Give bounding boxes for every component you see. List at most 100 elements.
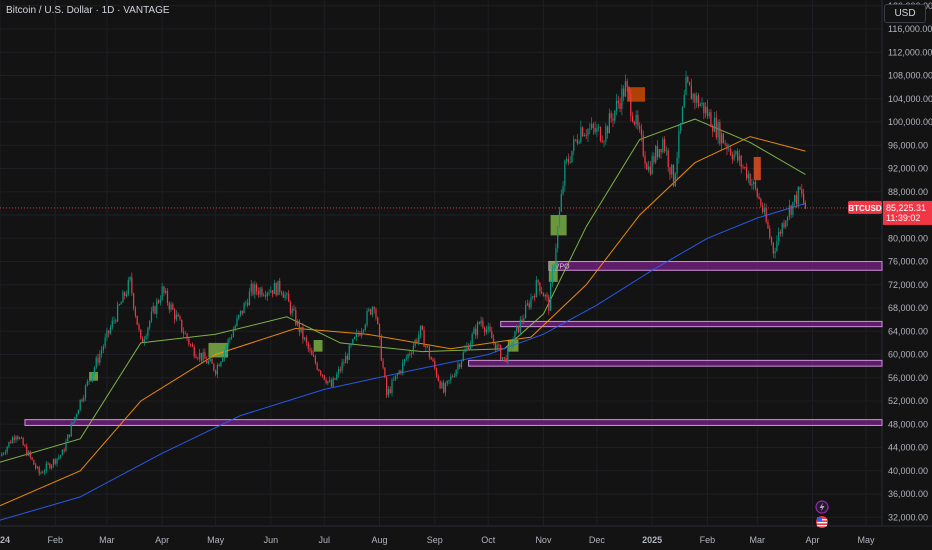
candle-body [729,148,732,155]
candle-body [487,326,489,330]
candle-body [512,340,514,347]
y-tick-label: 96,000.00 [888,140,928,150]
candle-body [491,331,493,339]
x-tick-label: Feb [700,535,716,545]
candle-body [304,337,306,340]
candle-body [271,290,274,294]
candle-body [606,126,609,134]
candle-body [583,134,586,137]
candle-body [29,451,31,458]
flag-us-icon[interactable] [816,516,828,528]
candle-body [202,352,204,361]
candle-body [286,293,288,295]
candle-body [724,143,726,145]
candle-body [380,336,382,361]
candle-body [637,114,639,127]
y-tick-label: 48,000.00 [888,419,928,429]
candle-body [223,350,226,359]
candle-body [726,144,728,149]
x-tick-label: 2025 [642,535,662,545]
candle-body [770,237,773,243]
candle-body [467,345,470,350]
candle-body [405,358,407,360]
candle-body [508,342,511,347]
candle-body [277,280,279,296]
candle-body [608,113,611,134]
y-tick-label: 108,000.00 [888,71,932,81]
candle-body [45,463,47,471]
candle-body [596,127,598,133]
candle-body [633,121,635,125]
y-tick-label: 92,000.00 [888,164,928,174]
currency-button[interactable]: USD [884,4,926,23]
candle-body [448,379,450,381]
candle-body [314,356,317,364]
candle-body [719,122,721,144]
candle-body [348,345,350,360]
candle-body [776,240,778,252]
candle-body [567,159,570,163]
candle-body [104,337,106,347]
candle-body [309,348,311,351]
candle-body [159,299,161,303]
candle-body [721,133,723,144]
candle-body [541,291,543,294]
candle-body [453,376,455,377]
candle-body [612,118,614,121]
lightning-icon[interactable] [815,500,829,514]
candle-body [172,304,174,310]
candle-body [122,292,124,303]
candle-body [27,451,30,456]
candle-body [573,139,575,151]
candle-body [430,357,432,360]
candle-body [343,362,345,364]
candle-body [553,265,555,270]
candle-body [275,283,277,296]
candle-body [330,380,333,387]
candle-body [476,322,479,336]
candle-body [118,304,121,306]
candle-body [81,399,83,401]
y-tick-label: 36,000.00 [888,489,928,499]
candle-body [361,331,363,336]
candle-body [535,280,537,298]
candle-body [239,310,242,315]
candle-body [687,77,689,83]
candle-body [435,368,438,377]
price-tag-symbol: BTCUSD [848,204,882,213]
price-chart[interactable]: 32,000.00 36,000.00 40,000.00 44,000.00 48,0… [0,0,932,550]
candle-body [280,291,283,294]
candle-body [250,283,252,292]
candle-body [282,293,284,298]
candle-body [459,364,461,368]
candle-body [350,344,352,346]
candle-body [760,198,762,206]
chart-icons [815,500,829,528]
candle-body [334,378,336,380]
candle-body [227,339,229,347]
candle-body [51,465,53,469]
candle-body [140,329,142,338]
candle-body [546,294,548,297]
price-tag-value: 85,225.31 [886,203,926,213]
candle-body [672,164,675,186]
candle-body [694,93,696,103]
candle-body [630,94,632,117]
candle-body [564,160,566,186]
candle-body [703,102,705,114]
candle-body [697,95,700,107]
candle-body [145,335,147,340]
candle-body [688,82,691,86]
candle-body [704,106,707,114]
candle-body [482,320,484,328]
candle-body [186,333,188,339]
candle-body [150,311,153,322]
candle-body [744,167,746,168]
candle-body [772,242,774,254]
candle-body [640,128,643,136]
candle-body [427,345,429,347]
candle-body [558,211,561,228]
candle-body [605,126,607,142]
candle-body [516,325,518,332]
y-tick-label: 80,000.00 [888,233,928,243]
